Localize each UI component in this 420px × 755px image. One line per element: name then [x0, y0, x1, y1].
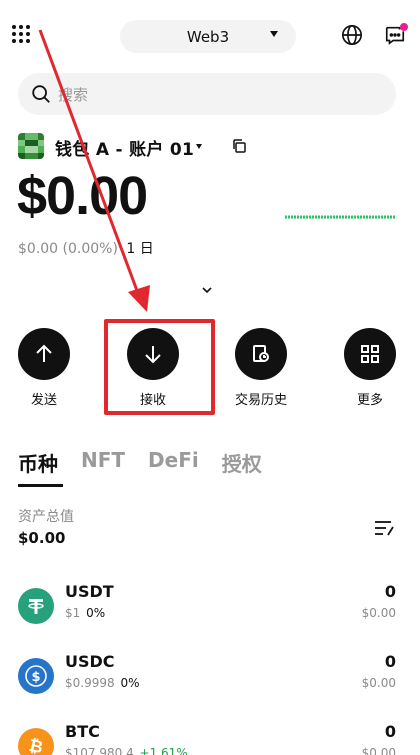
asset-symbol: BTC: [65, 722, 100, 741]
wallet-caret-icon[interactable]: [196, 144, 202, 149]
tab-nft[interactable]: NFT: [81, 448, 125, 477]
send-label: 发送: [30, 393, 57, 408]
btc-logo-icon: ₿: [18, 728, 54, 755]
wallet-avatar: [18, 133, 44, 159]
tab-defi[interactable]: DeFi: [148, 448, 199, 477]
usdc-logo-icon: $: [18, 658, 54, 694]
chevron-down-icon: [270, 31, 278, 37]
balance-amount: $0.00: [17, 166, 148, 226]
asset-row-usdt[interactable]: USDT $1 0% 0 $0.00: [0, 582, 420, 642]
more-action[interactable]: 更多: [335, 328, 405, 408]
network-label: Web3: [186, 27, 230, 46]
active-tab-indicator: [18, 484, 63, 487]
wallet-name[interactable]: 钱包 A - 账户 01: [55, 135, 194, 160]
asset-amount: 0: [384, 722, 396, 741]
copy-icon[interactable]: [231, 138, 247, 154]
svg-text:₿: ₿: [27, 736, 45, 755]
asset-value: $0.00: [361, 606, 396, 620]
asset-row-btc[interactable]: ₿ BTC $107,980.4 +1.61% 0 $0.00: [0, 722, 420, 755]
receive-highlight-box: [104, 319, 215, 415]
arrow-up-icon: [36, 344, 52, 362]
balance-period[interactable]: 1 日: [126, 241, 153, 257]
balance-sparkline: [285, 215, 395, 219]
asset-value: $0.00: [361, 676, 396, 690]
usdt-logo-icon: [18, 588, 54, 624]
notification-dot: [400, 23, 408, 31]
balance-change: $0.00 (0.00%) 1 日: [18, 238, 154, 258]
history-label: 交易历史: [234, 393, 287, 408]
asset-price: $107,980.4 +1.61%: [65, 746, 188, 755]
search-icon: [32, 85, 50, 103]
expand-chevron-icon[interactable]: [201, 285, 213, 295]
asset-price: $0.9998 0%: [65, 676, 140, 690]
search-placeholder: 搜索: [58, 85, 89, 104]
history-button[interactable]: [235, 328, 287, 380]
tab-approvals[interactable]: 授权: [222, 448, 262, 477]
history-action[interactable]: 交易历史: [226, 328, 296, 408]
history-icon: [253, 345, 269, 362]
asset-row-usdc[interactable]: $ USDC $0.9998 0% 0 $0.00: [0, 652, 420, 712]
globe-icon[interactable]: [341, 24, 363, 46]
tab-tokens[interactable]: 币种: [18, 448, 58, 477]
search-bar[interactable]: 搜索: [18, 73, 396, 115]
apps-grid-icon[interactable]: [12, 25, 34, 47]
asset-symbol: USDC: [65, 652, 115, 671]
asset-tabs: 币种 NFT DeFi 授权: [18, 448, 285, 477]
balance-change-value: $0.00 (0.00%): [18, 241, 118, 257]
asset-price: $1 0%: [65, 606, 106, 620]
send-button[interactable]: [18, 328, 70, 380]
more-button[interactable]: [344, 328, 396, 380]
svg-text:$: $: [31, 670, 40, 685]
asset-value: $0.00: [361, 746, 396, 755]
sort-icon[interactable]: [373, 519, 395, 537]
network-selector[interactable]: Web3: [120, 20, 296, 53]
asset-amount: 0: [384, 652, 396, 671]
total-assets-value: $0.00: [18, 529, 66, 547]
asset-symbol: USDT: [65, 582, 114, 601]
grid-icon: [361, 345, 379, 363]
asset-amount: 0: [384, 582, 396, 601]
total-assets-label: 资产总值: [18, 509, 74, 525]
send-action[interactable]: 发送: [9, 328, 79, 408]
more-label: 更多: [356, 393, 383, 408]
